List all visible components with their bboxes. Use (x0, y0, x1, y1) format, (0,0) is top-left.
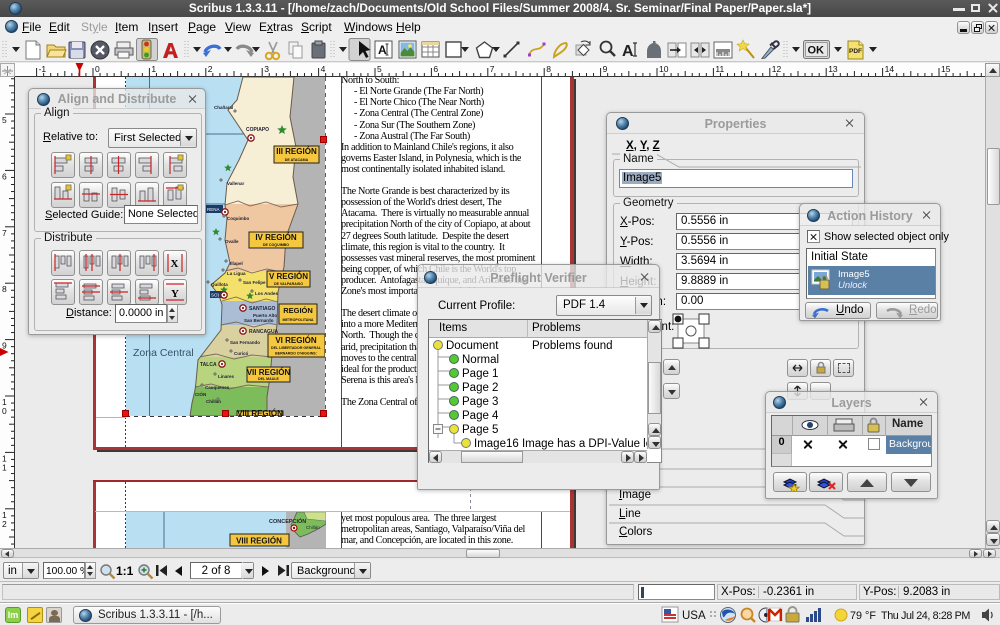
svg-text:Document: Document (446, 340, 499, 352)
svg-text:7: 7 (2, 228, 7, 238)
svg-text:VII REGIÓN: VII REGIÓN (247, 368, 291, 377)
svg-text:0: 0 (95, 64, 100, 74)
svg-text:IV REGIÓN: IV REGIÓN (255, 233, 297, 242)
svg-text:1: 1 (2, 462, 7, 472)
svg-text:DE VALPARAISO: DE VALPARAISO (274, 282, 303, 286)
svg-text:Illapel: Illapel (230, 261, 243, 266)
svg-text:Curicó: Curicó (234, 351, 249, 356)
svg-text:11: 11 (715, 64, 724, 74)
svg-text:Zona Central: Zona Central (133, 347, 194, 359)
svg-text:4: 4 (321, 64, 326, 74)
svg-text:6: 6 (433, 64, 438, 74)
svg-text:7: 7 (490, 64, 495, 74)
svg-text:Thu Jul 24, 8:28 PM: Thu Jul 24, 8:28 PM (881, 610, 970, 622)
svg-text:San Fernando: San Fernando (230, 340, 260, 345)
svg-text:3: 3 (264, 64, 269, 74)
svg-text:BERNARDO O'HIGGINS:: BERNARDO O'HIGGINS: (275, 352, 317, 356)
svg-text:Chañaral: Chañaral (214, 105, 233, 110)
svg-text:Image16 Image has a DPI-Value: Image16 Image has a DPI-Value les (474, 438, 647, 450)
svg-text:2: 2 (208, 64, 213, 74)
svg-text:Los Andes: Los Andes (255, 291, 278, 296)
svg-text:Page 1: Page 1 (462, 368, 498, 380)
svg-text:CIÓN: CIÓN (195, 390, 206, 397)
svg-text:USA: USA (682, 610, 706, 622)
svg-text:Page 3: Page 3 (462, 396, 498, 408)
svg-text:SO): SO) (211, 293, 220, 298)
svg-text:DE ATACAMA: DE ATACAMA (285, 158, 309, 162)
svg-text:San Felipe: San Felipe (243, 280, 266, 285)
svg-text:TALCA: TALCA (200, 362, 217, 368)
svg-text:METROPOLITANA: METROPOLITANA (282, 318, 313, 322)
svg-text:1: 1 (151, 64, 156, 74)
svg-text:La Ligua: La Ligua (227, 271, 246, 276)
svg-text:VI REGIÓN: VI REGIÓN (275, 336, 317, 345)
svg-text:14: 14 (885, 64, 895, 74)
svg-text:DEL LIBERTADOR GENERAL: DEL LIBERTADOR GENERAL (271, 346, 322, 350)
svg-text:COPIAPO: COPIAPO (246, 127, 269, 133)
svg-text:DEL MAULE: DEL MAULE (258, 377, 280, 381)
svg-text:VIII REGIÓN: VIII REGIÓN (236, 537, 282, 546)
svg-text:Normal: Normal (462, 354, 499, 366)
svg-text:79 °F: 79 °F (850, 610, 876, 622)
svg-text:9: 9 (603, 64, 608, 74)
svg-text:X: X (171, 258, 179, 270)
svg-text:Coquimbo: Coquimbo (227, 216, 249, 221)
svg-text:Vallenar: Vallenar (227, 181, 245, 186)
svg-text:Quillota: Quillota (211, 282, 228, 287)
svg-text:15: 15 (941, 64, 951, 74)
svg-text:-1: -1 (39, 64, 47, 74)
svg-text:SANTIAGO: SANTIAGO (249, 306, 276, 312)
svg-text:Ovalle: Ovalle (225, 239, 239, 244)
svg-text:Y: Y (171, 288, 179, 300)
svg-text:CONCEPCIÓN: CONCEPCIÓN (269, 517, 306, 525)
svg-text:A: A (622, 43, 634, 60)
svg-text:6: 6 (2, 171, 7, 181)
svg-text:V REGIÓN: V REGIÓN (269, 272, 308, 281)
svg-text:13: 13 (828, 64, 838, 74)
svg-text:RENA: RENA (207, 207, 220, 212)
svg-text:10: 10 (659, 64, 669, 74)
svg-text:III REGIÓN: III REGIÓN (276, 147, 317, 156)
svg-text:Linares: Linares (218, 374, 235, 379)
svg-text:DE COQUIMBO: DE COQUIMBO (263, 243, 289, 247)
svg-text:12: 12 (772, 64, 782, 74)
svg-text:Cauquenes: Cauquenes (205, 385, 230, 390)
svg-text:REGIÓN: REGIÓN (283, 306, 313, 315)
svg-text:OK: OK (808, 45, 825, 57)
svg-text:8: 8 (2, 284, 7, 294)
svg-text:Chillán: Chillán (306, 525, 320, 530)
svg-text:9: 9 (2, 341, 7, 351)
svg-text:5: 5 (377, 64, 382, 74)
svg-text:Page 2: Page 2 (462, 382, 498, 394)
svg-text:San Bernardo: San Bernardo (244, 318, 274, 323)
svg-text:2: 2 (2, 519, 7, 529)
svg-text:Problems found: Problems found (532, 340, 613, 352)
svg-text:PDF: PDF (849, 48, 862, 55)
svg-text:Page 5: Page 5 (462, 424, 498, 436)
svg-text:5: 5 (2, 115, 7, 125)
svg-text:0: 0 (2, 406, 7, 416)
svg-text:8: 8 (546, 64, 551, 74)
svg-text:Page 4: Page 4 (462, 410, 499, 422)
